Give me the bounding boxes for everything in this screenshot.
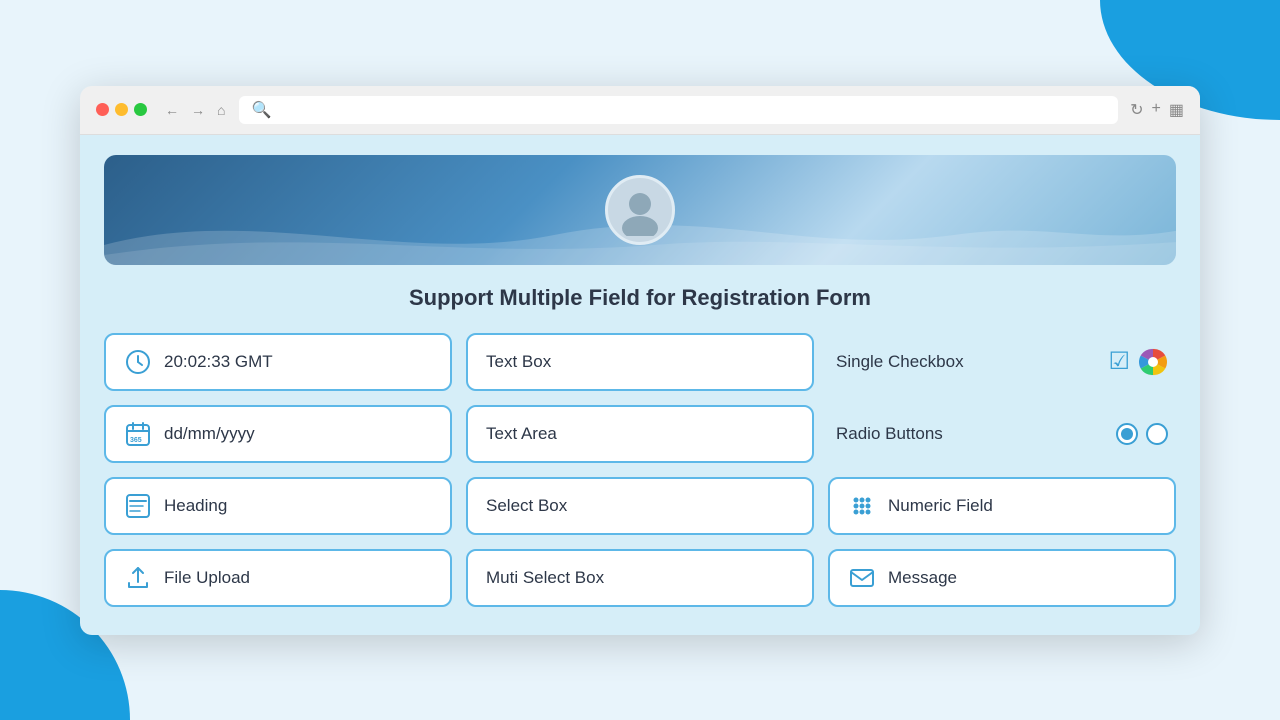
forward-button[interactable]: → [189,102,207,118]
radio-filled-icon [1116,423,1138,445]
field-label-radio: Radio Buttons [836,424,943,444]
field-card-textarea[interactable]: Text Area [466,405,814,463]
field-label-heading: Heading [164,496,227,516]
field-label-textarea: Text Area [486,424,557,444]
back-button[interactable]: ← [163,102,181,118]
avatar-icon [614,184,666,236]
checkbox-checked-icon: ☑ [1108,347,1130,376]
form-title: Support Multiple Field for Registration … [104,285,1176,311]
field-label-textbox: Text Box [486,352,551,372]
reload-button[interactable]: ↻ [1130,100,1143,120]
field-label-date: dd/mm/yyyy [164,424,255,444]
svg-text:365: 365 [130,437,142,444]
field-label-selectbox: Select Box [486,496,567,516]
browser-actions: ↻ + ▦ [1130,100,1184,120]
checkbox-icons: ☑ [1108,347,1168,377]
traffic-light-yellow[interactable] [115,103,128,116]
browser-chrome: ← → ⌂ 🔍 ↻ + ▦ [80,86,1200,135]
upload-icon [124,565,152,591]
fields-grid: 20:02:33 GMT Text Box Single Checkbox ☑ [104,333,1176,607]
field-card-textbox[interactable]: Text Box [466,333,814,391]
field-card-heading[interactable]: Heading [104,477,452,535]
browser-window: ← → ⌂ 🔍 ↻ + ▦ [80,86,1200,635]
color-wheel-icon [1138,347,1168,377]
traffic-lights [96,103,147,116]
browser-nav: ← → ⌂ [163,102,227,118]
grid-icon [848,493,876,519]
menu-button[interactable]: ▦ [1169,100,1184,120]
radio-icons [1116,423,1168,445]
field-label-time: 20:02:33 GMT [164,352,273,372]
search-icon: 🔍 [251,100,271,120]
field-card-time[interactable]: 20:02:33 GMT [104,333,452,391]
field-card-radio[interactable]: Radio Buttons [828,405,1176,463]
home-button[interactable]: ⌂ [215,102,227,118]
new-tab-button[interactable]: + [1152,100,1161,120]
field-card-fileupload[interactable]: File Upload [104,549,452,607]
field-card-message[interactable]: Message [828,549,1176,607]
url-bar[interactable]: 🔍 [239,96,1118,124]
field-label-numeric: Numeric Field [888,496,993,516]
field-label-checkbox: Single Checkbox [836,352,964,372]
clock-icon [124,349,152,375]
heading-icon [124,493,152,519]
page-content: Support Multiple Field for Registration … [80,135,1200,635]
field-card-checkbox[interactable]: Single Checkbox ☑ [828,333,1176,391]
radio-empty-icon [1146,423,1168,445]
avatar [605,175,675,245]
envelope-icon [848,565,876,591]
header-banner [104,155,1176,265]
calendar-icon: 365 [124,421,152,447]
field-label-message: Message [888,568,957,588]
field-card-date[interactable]: 365 dd/mm/yyyy [104,405,452,463]
field-label-fileupload: File Upload [164,568,250,588]
field-card-multiselect[interactable]: Muti Select Box [466,549,814,607]
field-card-selectbox[interactable]: Select Box [466,477,814,535]
traffic-light-red[interactable] [96,103,109,116]
field-card-numeric[interactable]: Numeric Field [828,477,1176,535]
field-label-multiselect: Muti Select Box [486,568,604,588]
traffic-light-green[interactable] [134,103,147,116]
